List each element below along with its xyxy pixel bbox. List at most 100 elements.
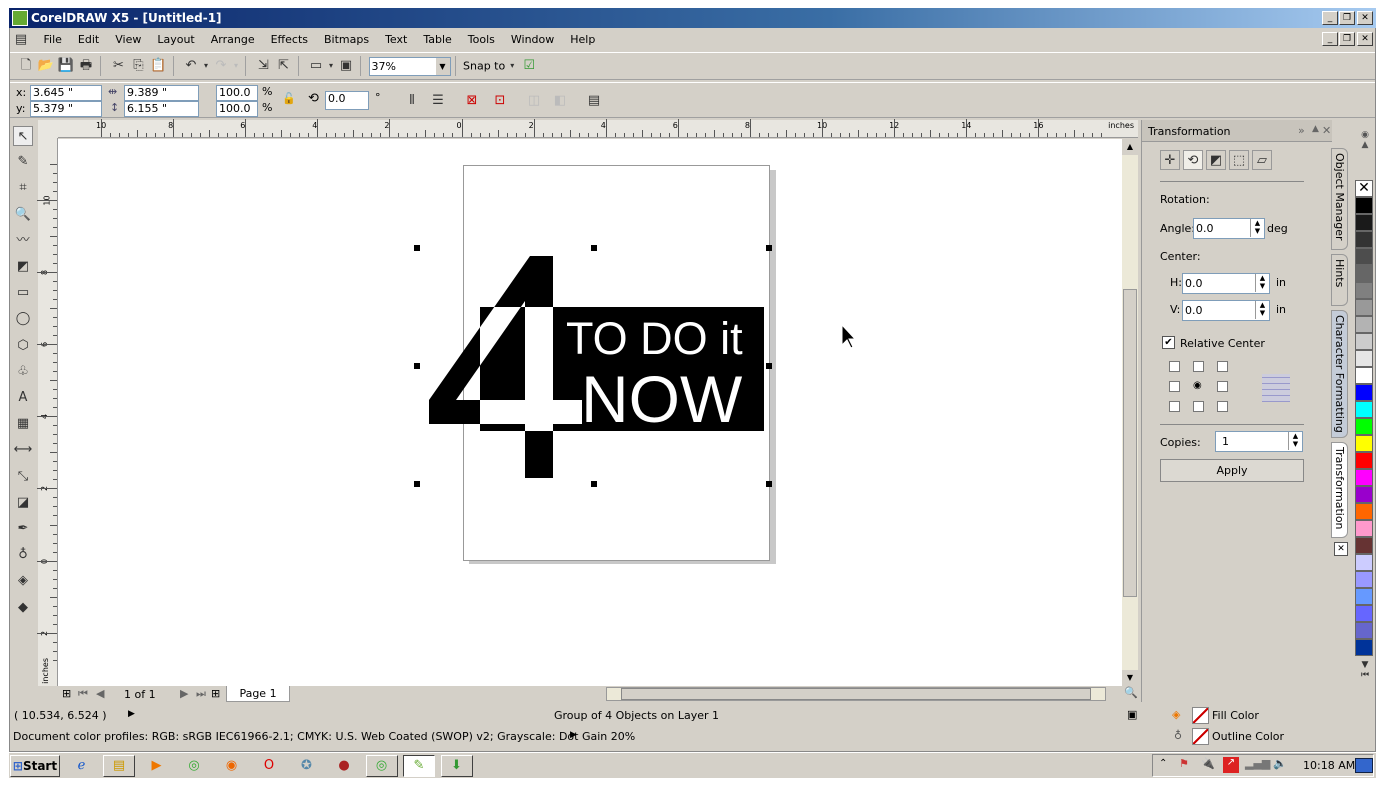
- explorer-icon[interactable]: ▤: [103, 755, 135, 777]
- anchor-bottom-left[interactable]: [1169, 401, 1180, 412]
- zoom-level-select[interactable]: 37% ▼: [368, 56, 451, 76]
- import-icon[interactable]: ⇲: [254, 56, 274, 76]
- color-swatch[interactable]: [1355, 367, 1373, 384]
- color-swatch[interactable]: [1355, 316, 1373, 333]
- outline-tool-icon[interactable]: ♁: [13, 545, 33, 565]
- menu-view[interactable]: View: [107, 30, 149, 50]
- status-expand-icon[interactable]: ▶: [128, 709, 135, 719]
- tab-character-formatting[interactable]: Character Formatting: [1331, 310, 1348, 438]
- color-profiles-info[interactable]: Document color profiles: RGB: sRGB IEC61…: [13, 730, 635, 743]
- cut-icon[interactable]: ✂: [109, 56, 129, 76]
- center-h-field[interactable]: 0.0 ▲ ▼: [1182, 273, 1270, 294]
- menu-arrange[interactable]: Arrange: [203, 30, 263, 50]
- volume-icon[interactable]: 🔈: [1273, 757, 1287, 770]
- mirror-tab-icon[interactable]: ◩: [1206, 150, 1226, 170]
- copies-field[interactable]: 1 ▲ ▼: [1215, 431, 1303, 452]
- apply-button[interactable]: Apply: [1160, 459, 1304, 482]
- relative-center-checkbox[interactable]: ✔: [1162, 336, 1175, 349]
- color-swatch[interactable]: [1355, 333, 1373, 350]
- start-button[interactable]: ⊞Start: [10, 755, 60, 777]
- vertical-ruler[interactable]: inches 10864202: [37, 138, 58, 686]
- export-icon[interactable]: ⇱: [274, 56, 294, 76]
- rectangle-tool-icon[interactable]: ▭: [13, 283, 33, 303]
- options-checklist-icon[interactable]: ☑: [519, 56, 539, 76]
- action-center-icon[interactable]: ⚑: [1179, 757, 1189, 770]
- center-v-field[interactable]: 0.0 ▲ ▼: [1182, 300, 1270, 321]
- mirror-vertical-icon[interactable]: ☰: [428, 91, 448, 111]
- ie-icon[interactable]: ℯ: [66, 755, 98, 777]
- parallel-dimension-tool-icon[interactable]: ⟷: [13, 440, 33, 460]
- anchor-top[interactable]: [1193, 361, 1204, 372]
- show-hidden-icon[interactable]: ⌃: [1159, 758, 1167, 769]
- menu-window[interactable]: Window: [503, 30, 562, 50]
- drawing-canvas[interactable]: TO DO it NOW ✕: [58, 139, 1122, 686]
- size-tab-icon[interactable]: ⬚: [1229, 150, 1249, 170]
- horizontal-scroll-thumb[interactable]: [621, 688, 1091, 700]
- palette-menu-icon[interactable]: ◉ ▲: [1355, 120, 1375, 180]
- show-desktop-button[interactable]: [1355, 758, 1373, 773]
- new-icon[interactable]: 🗋: [16, 56, 36, 76]
- polygon-tool-icon[interactable]: ⬡: [13, 336, 33, 356]
- crop-tool-icon[interactable]: ⌗: [13, 178, 33, 198]
- menu-edit[interactable]: Edit: [70, 30, 107, 50]
- coreldraw-task-icon[interactable]: ✎: [403, 755, 435, 777]
- safari-icon[interactable]: ✪: [291, 755, 323, 777]
- welcome-screen-icon[interactable]: ▣: [336, 56, 356, 76]
- rotate-tab-icon[interactable]: ⟲: [1183, 150, 1203, 170]
- color-swatch[interactable]: [1355, 622, 1373, 639]
- zoom-tool-icon[interactable]: 🔍: [13, 205, 33, 225]
- break-apart-icon[interactable]: ◧: [550, 91, 570, 111]
- media-player-icon[interactable]: ▶: [141, 755, 173, 777]
- mirror-horizontal-icon[interactable]: ⫴: [402, 91, 422, 111]
- fill-tool-icon[interactable]: ◈: [13, 571, 33, 591]
- restore-button[interactable]: ❐: [1339, 11, 1355, 25]
- doc-close-button[interactable]: ✕: [1357, 32, 1373, 46]
- artwork-line1[interactable]: TO DO it: [566, 313, 743, 364]
- fill-color-swatch[interactable]: [1192, 707, 1209, 724]
- menu-effects[interactable]: Effects: [263, 30, 316, 50]
- vertical-scroll-thumb[interactable]: [1123, 289, 1137, 597]
- skew-tab-icon[interactable]: ▱: [1252, 150, 1272, 170]
- clock[interactable]: 10:18 AM: [1303, 759, 1355, 772]
- scroll-up-icon[interactable]: ▲: [1122, 139, 1138, 155]
- redo-dropdown-icon[interactable]: ▾: [231, 56, 241, 76]
- freehand-tool-icon[interactable]: 〰: [13, 231, 33, 251]
- collapse-icon[interactable]: ▲: [1312, 124, 1319, 134]
- copy-icon[interactable]: ⎘: [129, 56, 149, 76]
- lock-ratio-icon[interactable]: 🔓: [282, 92, 296, 105]
- x-position-field[interactable]: 3.645 ": [30, 85, 102, 101]
- power-icon[interactable]: 🔌: [1201, 757, 1215, 770]
- angle-field[interactable]: 0.0 ▲ ▼: [1193, 218, 1265, 239]
- ruler-origin[interactable]: [38, 120, 58, 138]
- horizontal-ruler[interactable]: inches 1086420246810121416: [58, 119, 1138, 138]
- color-swatch[interactable]: [1355, 418, 1373, 435]
- next-page-icon[interactable]: ▶: [180, 687, 188, 700]
- color-swatch[interactable]: [1355, 588, 1373, 605]
- text-tool-icon[interactable]: A: [13, 388, 33, 408]
- rotation-angle-field[interactable]: 0.0: [325, 91, 369, 110]
- color-swatch[interactable]: [1355, 282, 1373, 299]
- menu-file[interactable]: File: [36, 30, 70, 50]
- color-swatch[interactable]: [1355, 401, 1373, 418]
- chrome-icon[interactable]: ◎: [178, 755, 210, 777]
- outline-color-swatch[interactable]: [1192, 728, 1209, 745]
- wrap-text-icon[interactable]: ▤: [584, 91, 604, 111]
- menu-tools[interactable]: Tools: [460, 30, 503, 50]
- anchor-bottom-right[interactable]: [1217, 401, 1228, 412]
- snap-to-button[interactable]: Snap to: [463, 60, 505, 73]
- anchor-center[interactable]: ◉: [1193, 380, 1202, 391]
- anchor-top-left[interactable]: [1169, 361, 1180, 372]
- v-spinner[interactable]: ▲ ▼: [1255, 301, 1269, 319]
- color-proof-icon[interactable]: ▣: [1127, 708, 1137, 721]
- interactive-fill-tool-icon[interactable]: ◆: [13, 598, 33, 618]
- opera-icon[interactable]: O: [253, 755, 285, 777]
- color-swatch[interactable]: [1355, 520, 1373, 537]
- object-height-field[interactable]: 6.155 ": [124, 101, 199, 117]
- color-swatch[interactable]: [1355, 469, 1373, 486]
- color-swatch[interactable]: [1355, 639, 1373, 656]
- anchor-left[interactable]: [1169, 381, 1180, 392]
- color-swatch[interactable]: [1355, 214, 1373, 231]
- basic-shapes-tool-icon[interactable]: ♧: [13, 362, 33, 382]
- scale-x-field[interactable]: 100.0: [216, 85, 258, 101]
- no-color-swatch[interactable]: ✕: [1355, 180, 1373, 197]
